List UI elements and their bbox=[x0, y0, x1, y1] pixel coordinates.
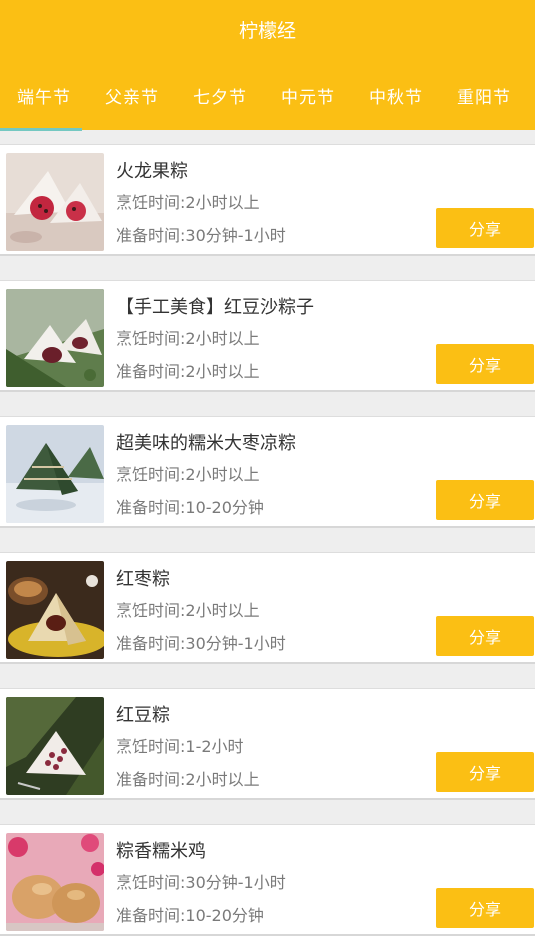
recipe-card[interactable]: 粽香糯米鸡 烹饪时间:30分钟-1小时 准备时间:10-20分钟 分享 bbox=[0, 824, 535, 936]
share-button[interactable]: 分享 bbox=[436, 888, 534, 928]
cook-time: 烹饪时间:30分钟-1小时 bbox=[116, 873, 286, 892]
prep-time: 准备时间:10-20分钟 bbox=[116, 498, 264, 517]
page-title: 柠檬经 bbox=[238, 20, 296, 42]
recipe-thumbnail bbox=[6, 833, 104, 931]
recipe-card[interactable]: 红枣粽 烹饪时间:2小时以上 准备时间:30分钟-1小时 分享 bbox=[0, 552, 535, 664]
cook-time: 烹饪时间:2小时以上 bbox=[116, 329, 260, 348]
recipe-name: 超美味的糯米大枣凉粽 bbox=[116, 433, 296, 454]
recipe-name: 火龙果粽 bbox=[116, 161, 188, 182]
share-button[interactable]: 分享 bbox=[436, 616, 534, 656]
recipe-thumbnail bbox=[6, 289, 104, 387]
share-button[interactable]: 分享 bbox=[436, 752, 534, 792]
recipe-card[interactable]: 红豆粽 烹饪时间:1-2小时 准备时间:2小时以上 分享 bbox=[0, 688, 535, 800]
active-tab-indicator bbox=[0, 128, 82, 131]
prep-time: 准备时间:10-20分钟 bbox=[116, 906, 264, 925]
cook-time: 烹饪时间:2小时以上 bbox=[116, 601, 260, 620]
recipe-thumbnail bbox=[6, 153, 104, 251]
tab-qixi[interactable]: 七夕节 bbox=[176, 84, 264, 112]
prep-time: 准备时间:30分钟-1小时 bbox=[116, 634, 286, 653]
recipe-name: 粽香糯米鸡 bbox=[116, 841, 206, 862]
share-button[interactable]: 分享 bbox=[436, 344, 534, 384]
cook-time: 烹饪时间:2小时以上 bbox=[116, 465, 260, 484]
app-header: 柠檬经 端午节 父亲节 七夕节 中元节 中秋节 重阳节 bbox=[0, 0, 535, 131]
recipe-card[interactable]: 【手工美食】红豆沙粽子 烹饪时间:2小时以上 准备时间:2小时以上 分享 bbox=[0, 280, 535, 392]
prep-time: 准备时间:2小时以上 bbox=[116, 362, 260, 381]
recipe-name: 红豆粽 bbox=[116, 705, 170, 726]
share-button[interactable]: 分享 bbox=[436, 480, 534, 520]
recipe-card[interactable]: 火龙果粽 烹饪时间:2小时以上 准备时间:30分钟-1小时 分享 bbox=[0, 144, 535, 256]
prep-time: 准备时间:30分钟-1小时 bbox=[116, 226, 286, 245]
recipe-card[interactable]: 超美味的糯米大枣凉粽 烹饪时间:2小时以上 准备时间:10-20分钟 分享 bbox=[0, 416, 535, 528]
share-button[interactable]: 分享 bbox=[436, 208, 534, 248]
prep-time: 准备时间:2小时以上 bbox=[116, 770, 260, 789]
cook-time: 烹饪时间:2小时以上 bbox=[116, 193, 260, 212]
tab-duanwu[interactable]: 端午节 bbox=[0, 84, 88, 112]
recipe-thumbnail bbox=[6, 561, 104, 659]
recipe-name: 【手工美食】红豆沙粽子 bbox=[116, 297, 314, 318]
recipe-thumbnail bbox=[6, 697, 104, 795]
tab-fathers-day[interactable]: 父亲节 bbox=[88, 84, 176, 112]
tab-mid-autumn[interactable]: 中秋节 bbox=[352, 84, 440, 112]
recipe-thumbnail bbox=[6, 425, 104, 523]
cook-time: 烹饪时间:1-2小时 bbox=[116, 737, 244, 756]
tab-chongyang[interactable]: 重阳节 bbox=[440, 84, 528, 112]
recipe-name: 红枣粽 bbox=[116, 569, 170, 590]
festival-tabs: 端午节 父亲节 七夕节 中元节 中秋节 重阳节 bbox=[0, 84, 535, 112]
tab-zhongyuan[interactable]: 中元节 bbox=[264, 84, 352, 112]
